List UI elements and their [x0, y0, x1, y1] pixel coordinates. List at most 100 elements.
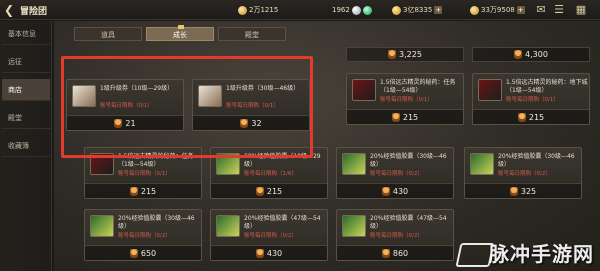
- shop-card[interactable]: 20%经验值胶囊（47级—54级） 账号每日限购（0/2） 430: [210, 209, 328, 261]
- shop-card[interactable]: 20%经验值胶囊（30级—46级） 账号每日限购（0/2） 650: [84, 209, 202, 261]
- exp-capsule-icon: [342, 215, 366, 237]
- level-up-ticket-icon: [72, 85, 96, 107]
- price-value: 325: [520, 186, 537, 196]
- item-name: 20%经验值胶囊（10级—29级）: [244, 153, 321, 168]
- price-bar: 215: [347, 109, 463, 124]
- item-name: 20%经验值胶囊（30级—46级）: [498, 153, 575, 168]
- trophy-icon: [381, 248, 390, 258]
- item-name: 20%经验值胶囊（47级—54级）: [244, 215, 321, 230]
- shop-card[interactable]: 1级升级券（30级—46级） 账号每日限购（0/1） 32: [192, 79, 310, 131]
- purchase-limit: 账号每日限购（0/2）: [370, 233, 423, 239]
- add-currency-button[interactable]: +: [434, 6, 443, 14]
- sidebar-item-hall[interactable]: 殿堂: [2, 107, 50, 129]
- green-gem-icon: [362, 5, 372, 15]
- shop-card[interactable]: 1.5倍远古精灵的秘药：地下城（1级—54级） 账号每日限购（0/1） 215: [472, 73, 590, 125]
- purchase-limit: 账号每日限购（0/2）: [498, 171, 551, 177]
- shop-card[interactable]: 20%经验值胶囊（10级—29级） 账号每日限购（1/6） 215: [210, 147, 328, 199]
- price-value: 430: [266, 248, 283, 258]
- item-name: 20%经验值胶囊（30级—46级）: [370, 153, 447, 168]
- shop-card[interactable]: 1.5倍远古精灵的秘药：任务（1级—54级） 账号每日限购（0/1） 215: [346, 73, 464, 125]
- shop-content: 道具 成长 殿堂 3,225 4,300 1级升级券（10级—29级） 账号每日…: [54, 21, 600, 271]
- sidebar-item-collection[interactable]: 收藏簿: [2, 135, 50, 157]
- price-value: 860: [392, 248, 409, 258]
- item-name: 1级升级券（30级—46级）: [226, 85, 300, 92]
- trophy-icon: [514, 50, 523, 59]
- exp-capsule-icon: [90, 215, 114, 237]
- price-bar: 21: [67, 115, 183, 130]
- purchase-limit: 账号每日限购（0/2）: [118, 233, 171, 239]
- purchase-limit: 账号每日限购（0/1）: [506, 97, 559, 103]
- active-tab-marker: [178, 25, 184, 29]
- exp-potion-book-icon: [352, 79, 376, 101]
- trophy-icon: [388, 50, 397, 59]
- exp-potion-book-icon: [90, 153, 114, 175]
- trophy-icon: [129, 248, 138, 258]
- exp-capsule-icon: [216, 215, 240, 237]
- price-value: 4,300: [525, 50, 548, 59]
- price-bar: 430: [337, 183, 453, 198]
- trophy-icon: [129, 186, 138, 196]
- sidebar: 基本信息 远征 商店 殿堂 收藏簿: [0, 21, 52, 271]
- trophy-icon: [509, 186, 518, 196]
- back-arrow-icon[interactable]: ❮: [4, 3, 18, 17]
- price-value: 32: [251, 118, 262, 128]
- price-bar: 215: [211, 183, 327, 198]
- price-value: 215: [266, 186, 283, 196]
- currency-value: 2万1215: [249, 6, 279, 14]
- price-bar: 430: [211, 245, 327, 260]
- trophy-icon: [255, 248, 264, 258]
- price-bar: 32: [193, 115, 309, 130]
- sidebar-item-expedition[interactable]: 远征: [2, 51, 50, 73]
- purchase-limit: 账号每日限购（1/6）: [244, 171, 297, 177]
- price-value: 215: [402, 112, 419, 122]
- item-name: 1级升级券（10级—29级）: [100, 85, 174, 92]
- item-name: 1.5倍远古精灵的秘药：任务（1级—54级）: [118, 153, 194, 168]
- exp-capsule-icon: [470, 153, 494, 175]
- sidebar-item-basic-info[interactable]: 基本信息: [2, 23, 50, 45]
- price-value: 650: [140, 248, 157, 258]
- currency-silver: 1962: [332, 4, 372, 16]
- item-name: 20%经验值胶囊（30级—46级）: [118, 215, 195, 230]
- item-name: 1.5倍远古精灵的秘药：地下城（1级—54级）: [506, 79, 588, 94]
- exp-capsule-icon: [342, 153, 366, 175]
- price-bar: 215: [473, 109, 589, 124]
- currency-value: 1962: [332, 6, 350, 14]
- level-up-ticket-icon: [198, 85, 222, 107]
- currency-gold: 2万1215: [238, 4, 278, 16]
- trophy-icon: [381, 186, 390, 196]
- purchase-limit: 账号每日限购（0/2）: [370, 171, 423, 177]
- currency-value: 33万9508: [481, 6, 515, 14]
- tab-hall[interactable]: 殿堂: [218, 27, 286, 41]
- tab-growth[interactable]: 成长: [146, 25, 214, 41]
- gold-coin-icon: [238, 5, 247, 15]
- shop-card[interactable]: 20%经验值胶囊（30级—46级） 账号每日限购（0/2） 430: [336, 147, 454, 199]
- exp-capsule-icon: [216, 153, 240, 175]
- mail-icon[interactable]: ✉: [534, 3, 548, 17]
- purchase-limit: 账号每日限购（0/1）: [226, 103, 279, 109]
- purchase-limit: 账号每日限购（0/1）: [100, 103, 153, 109]
- exp-potion-book-icon: [478, 79, 502, 101]
- trophy-icon: [391, 112, 400, 122]
- menu-icon[interactable]: ▦: [574, 3, 588, 17]
- shop-card[interactable]: 20%经验值胶囊（30级—46级） 账号每日限购（0/2） 325: [464, 147, 582, 199]
- purchase-limit: 账号每日限购（0/1）: [118, 171, 171, 177]
- price-header: 4,300: [472, 47, 590, 62]
- silver-coin-icon: [351, 5, 361, 15]
- chat-icon[interactable]: ☰: [552, 3, 566, 17]
- sidebar-item-shop[interactable]: 商店: [2, 79, 50, 101]
- price-header: 3,225: [346, 47, 464, 62]
- price-bar: 325: [465, 183, 581, 198]
- price-value: 215: [140, 186, 157, 196]
- price-value: 3,225: [399, 50, 422, 59]
- purchase-limit: 账号每日限购（0/2）: [244, 233, 297, 239]
- shop-card[interactable]: 20%经验值胶囊（47级—54级） 账号每日限购（0/2） 860: [336, 209, 454, 261]
- gold-coin-icon: [392, 5, 401, 15]
- price-value: 21: [125, 118, 136, 128]
- shop-card[interactable]: 1级升级券（10级—29级） 账号每日限购（0/1） 21: [66, 79, 184, 131]
- top-bar: ❮ 冒险团 2万1215 1962 3亿8335 + 33万9508 + ✉ ☰…: [0, 0, 600, 20]
- price-bar: 215: [85, 183, 201, 198]
- add-currency-button[interactable]: +: [516, 6, 525, 14]
- tab-items[interactable]: 道具: [74, 27, 142, 41]
- shop-card[interactable]: 1.5倍远古精灵的秘药：任务（1级—54级） 账号每日限购（0/1） 215: [84, 147, 202, 199]
- currency-value: 3亿8335: [403, 6, 433, 14]
